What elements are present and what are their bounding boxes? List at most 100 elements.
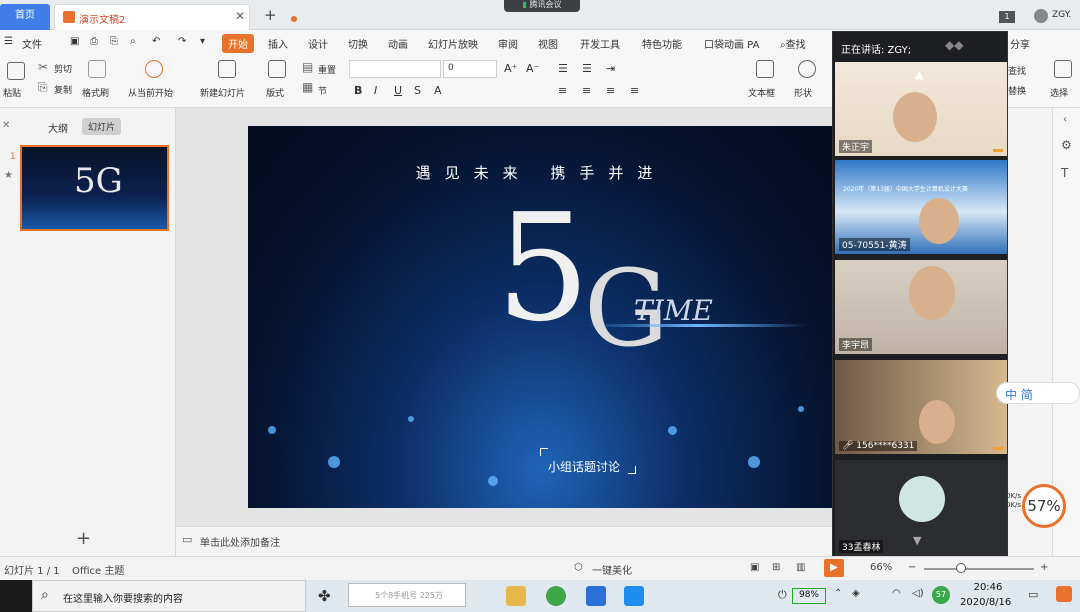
- preview-icon[interactable]: ⌕: [130, 36, 136, 47]
- menu-animation[interactable]: 动画: [388, 36, 408, 51]
- font-grow-icon[interactable]: A⁺: [504, 62, 517, 75]
- tab-slides[interactable]: 幻灯片: [82, 118, 122, 135]
- hamburger-icon[interactable]: ☰: [4, 36, 13, 47]
- font-shrink-icon[interactable]: A⁻: [526, 62, 539, 75]
- beautify-button[interactable]: 一键美化: [592, 562, 632, 577]
- find-button[interactable]: 查找: [1008, 64, 1026, 77]
- video-tile[interactable]: 2020年（第13届）中国大学生计算机设计大赛 05-70551-黄涛: [835, 160, 1007, 254]
- menu-design[interactable]: 设计: [308, 36, 328, 51]
- shape-button[interactable]: 形状: [794, 86, 812, 99]
- tab-home[interactable]: 首页: [0, 4, 50, 30]
- reset-icon[interactable]: ▤: [302, 60, 313, 74]
- notes-area[interactable]: ▭ 单击此处添加备注: [176, 526, 834, 554]
- menu-slideshow[interactable]: 幻灯片放映: [428, 36, 478, 51]
- shape-icon[interactable]: [798, 60, 816, 78]
- new-slide-button[interactable]: 新建幻灯片: [200, 86, 245, 99]
- menu-insert[interactable]: 插入: [268, 36, 288, 51]
- print-icon[interactable]: ⎙: [90, 36, 98, 47]
- font-size-select[interactable]: 0: [443, 60, 497, 78]
- justify-icon[interactable]: ≡: [630, 84, 639, 97]
- menu-share[interactable]: 分享: [1010, 36, 1030, 51]
- select-button[interactable]: 选择: [1050, 86, 1068, 99]
- folder-icon[interactable]: [506, 586, 526, 606]
- section-button[interactable]: 节: [318, 84, 327, 97]
- scroll-down-icon[interactable]: ▼: [913, 534, 921, 547]
- undo-icon[interactable]: ↶: [152, 36, 160, 47]
- copy-icon[interactable]: ⎘: [38, 80, 48, 95]
- format-painter-button[interactable]: 格式刷: [82, 86, 109, 99]
- normal-view-icon[interactable]: ▣: [750, 562, 759, 573]
- video-tile[interactable]: ▲ 朱正宇: [835, 62, 1007, 156]
- app-tray-icon[interactable]: [1056, 586, 1072, 602]
- bullet-list-icon[interactable]: ☰: [558, 62, 568, 75]
- tray-chevron-icon[interactable]: ⌃: [834, 588, 842, 599]
- numbered-list-icon[interactable]: ☰: [582, 62, 592, 75]
- copy-button[interactable]: 复制: [54, 83, 72, 96]
- chevron-down-icon[interactable]: ▾: [200, 36, 205, 47]
- notifications-icon[interactable]: ▭: [1028, 588, 1038, 601]
- clock-time[interactable]: 20:46: [966, 582, 1010, 593]
- menu-features[interactable]: 特色功能: [642, 36, 682, 51]
- browser-icon[interactable]: [546, 586, 566, 606]
- ime-toolbar[interactable]: 中 简: [996, 382, 1080, 404]
- video-tile[interactable]: 李宇昂: [835, 260, 1007, 354]
- beautify-icon[interactable]: ⬡: [574, 562, 583, 573]
- menu-view[interactable]: 视图: [538, 36, 558, 51]
- battery-indicator[interactable]: 98%: [792, 588, 826, 604]
- save-icon[interactable]: ▣: [70, 36, 79, 47]
- replace-button[interactable]: 替换: [1008, 84, 1026, 97]
- performance-gauge[interactable]: 57%: [1022, 484, 1066, 528]
- bold-icon[interactable]: B: [354, 84, 362, 97]
- wps-icon[interactable]: [586, 586, 606, 606]
- redo-icon[interactable]: ↷: [178, 36, 186, 47]
- close-icon[interactable]: ✕: [235, 9, 245, 23]
- font-color-icon[interactable]: A: [434, 84, 442, 97]
- italic-icon[interactable]: I: [374, 84, 377, 97]
- volume-icon[interactable]: ◁): [912, 588, 924, 599]
- settings-icon[interactable]: ⚙: [1061, 138, 1072, 152]
- reading-view-icon[interactable]: ▥: [796, 562, 805, 573]
- task-view-icon[interactable]: ✤: [318, 587, 331, 605]
- align-right-icon[interactable]: ≡: [606, 84, 615, 97]
- meeting-badge[interactable]: ▮ 腾讯会议: [504, 0, 580, 12]
- menu-find[interactable]: ⌕查找: [780, 36, 806, 51]
- cut-icon[interactable]: ✂: [38, 60, 48, 74]
- paste-button[interactable]: 粘贴: [3, 86, 21, 99]
- menu-pocket-animation[interactable]: 口袋动画 PA: [704, 36, 759, 51]
- zoom-slider-handle[interactable]: [956, 563, 966, 573]
- meeting-app-icon[interactable]: [624, 586, 644, 606]
- collapse-icon[interactable]: ✕: [2, 120, 10, 131]
- add-slide-icon[interactable]: +: [76, 528, 91, 549]
- video-tile[interactable]: 🎤︎ 156****6331: [835, 360, 1007, 454]
- collapse-icon[interactable]: ‹: [1063, 114, 1067, 125]
- grid-view-icon[interactable]: ⊞: [772, 562, 780, 573]
- play-slideshow-icon[interactable]: ▶: [824, 559, 844, 577]
- zoom-level[interactable]: 66%: [870, 562, 892, 573]
- layout-icon[interactable]: [268, 60, 286, 78]
- cut-button[interactable]: 剪切: [54, 62, 72, 75]
- new-slide-icon[interactable]: [218, 60, 236, 78]
- tab-document[interactable]: 演示文稿2 ✕: [54, 4, 297, 30]
- slide-thumbnail[interactable]: 5G: [20, 145, 169, 231]
- play-from-current-button[interactable]: 从当前开始: [128, 86, 173, 99]
- power-icon[interactable]: ⏻: [778, 588, 787, 602]
- section-icon[interactable]: ▦: [302, 80, 313, 94]
- notification-count[interactable]: 57: [932, 586, 950, 604]
- taskbar-search[interactable]: ⌕ 在这里输入你要搜索的内容: [32, 580, 306, 612]
- align-center-icon[interactable]: ≡: [582, 84, 591, 97]
- menu-review[interactable]: 审阅: [498, 36, 518, 51]
- ie-search-box[interactable]: 5个8手机号 225万: [348, 583, 466, 607]
- reset-button[interactable]: 重置: [318, 63, 336, 76]
- menu-start[interactable]: 开始: [222, 34, 254, 53]
- align-left-icon[interactable]: ≡: [558, 84, 567, 97]
- zoom-out-icon[interactable]: −: [908, 562, 916, 573]
- slide[interactable]: 遇见未来 携手并进 5 G TIME 小组话题讨论: [248, 126, 834, 508]
- avatar[interactable]: [1034, 9, 1048, 23]
- textbox-icon[interactable]: [756, 60, 774, 78]
- zoom-in-icon[interactable]: +: [1040, 562, 1048, 573]
- textbox-button[interactable]: 文本框: [748, 86, 775, 99]
- font-family-select[interactable]: [349, 60, 441, 78]
- text-icon[interactable]: T: [1061, 166, 1068, 180]
- strikethrough-icon[interactable]: S: [414, 84, 421, 97]
- format-painter-icon[interactable]: [88, 60, 106, 78]
